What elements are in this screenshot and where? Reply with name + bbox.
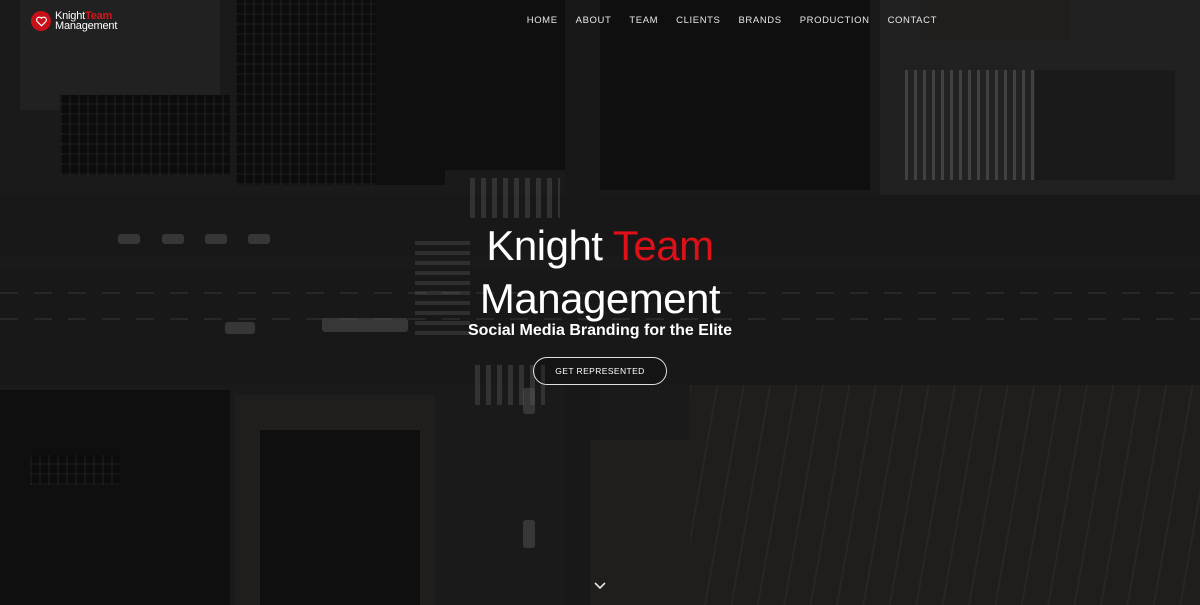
nav-clients[interactable]: CLIENTS (667, 16, 729, 26)
logo-word-management: Management (55, 20, 118, 32)
nav-contact[interactable]: CONTACT (879, 16, 946, 26)
get-represented-button[interactable]: GET REPRESENTED (533, 357, 667, 385)
hero-section: KnightTeam Management HOME ABOUT TEAM CL… (0, 0, 1200, 605)
nav-about[interactable]: ABOUT (567, 16, 621, 26)
heart-logo-icon (31, 11, 51, 31)
nav-production[interactable]: PRODUCTION (791, 16, 879, 26)
hero-tagline: Social Media Branding for the Elite (467, 322, 733, 339)
site-logo[interactable]: KnightTeam Management (31, 11, 118, 32)
hero-title-knight: Knight (486, 222, 603, 269)
logo-text: KnightTeam Management (55, 11, 118, 32)
hero-title-line2: Management (479, 275, 721, 322)
hero-title-line1: Knight Team (0, 223, 1200, 269)
nav-team[interactable]: TEAM (620, 16, 667, 26)
chevron-down-icon[interactable] (593, 579, 607, 593)
nav-home[interactable]: HOME (518, 16, 567, 26)
hero-title-team: Team (612, 222, 714, 269)
main-nav: HOME ABOUT TEAM CLIENTS BRANDS PRODUCTIO… (518, 16, 946, 26)
nav-brands[interactable]: BRANDS (730, 16, 791, 26)
